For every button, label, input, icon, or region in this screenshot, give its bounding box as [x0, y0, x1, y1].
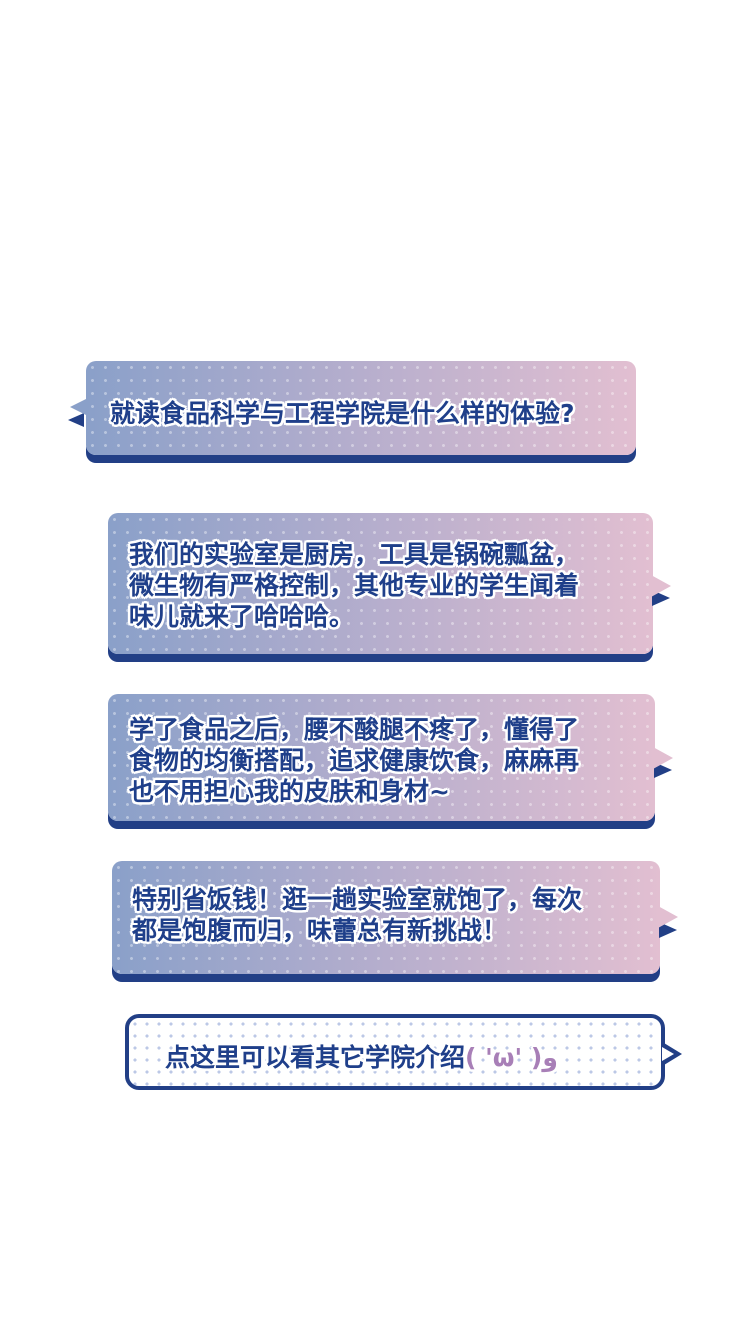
answer-1-line-2: 微生物有严格控制，其他专业的学生闻着	[129, 571, 580, 600]
question-bubble-body: 就读食品科学与工程学院是什么样的体验?	[86, 361, 636, 455]
link-button-tail-fill	[662, 1047, 674, 1061]
answer-3-line-2: 都是饱腹而归，味蕾总有新挑战！	[132, 916, 508, 945]
answer-1-tail	[651, 575, 671, 597]
answer-1-line-3: 味儿就来了哈哈哈。	[129, 602, 355, 631]
answer-2-tail	[653, 747, 673, 769]
answer-1-line-1: 我们的实验室是厨房，工具是锅碗瓢盆，	[129, 540, 580, 569]
question-text: 就读食品科学与工程学院是什么样的体验?	[110, 399, 575, 428]
answer-bubble-1-body: 我们的实验室是厨房，工具是锅碗瓢盆， 微生物有严格控制，其他专业的学生闻着 味儿…	[108, 513, 653, 654]
answer-bubble-2-body: 学了食品之后，腰不酸腿不疼了，懂得了 食物的均衡搭配，追求健康饮食，麻麻再 也不…	[108, 694, 655, 821]
other-colleges-link-text: 点这里可以看其它学院介绍( 'ω' )و	[165, 1038, 558, 1074]
answer-3-line-1: 特别省饭钱！逛一趟实验室就饱了，每次	[132, 885, 583, 914]
answer-2-line-1: 学了食品之后，腰不酸腿不疼了，懂得了	[129, 715, 580, 744]
answer-2-line-2: 食物的均衡搭配，追求健康饮食，麻麻再	[129, 746, 580, 775]
other-colleges-link-button[interactable]: 点这里可以看其它学院介绍( 'ω' )و	[125, 1014, 665, 1090]
answer-bubble-3-body: 特别省饭钱！逛一趟实验室就饱了，每次 都是饱腹而归，味蕾总有新挑战！	[112, 861, 660, 974]
kaomoji-emoticon: ( 'ω' )و	[465, 1043, 558, 1072]
answer-3-tail	[658, 906, 678, 928]
answer-2-line-3: 也不用担心我的皮肤和身材~	[129, 777, 450, 806]
link-label: 点这里可以看其它学院介绍	[165, 1043, 466, 1072]
